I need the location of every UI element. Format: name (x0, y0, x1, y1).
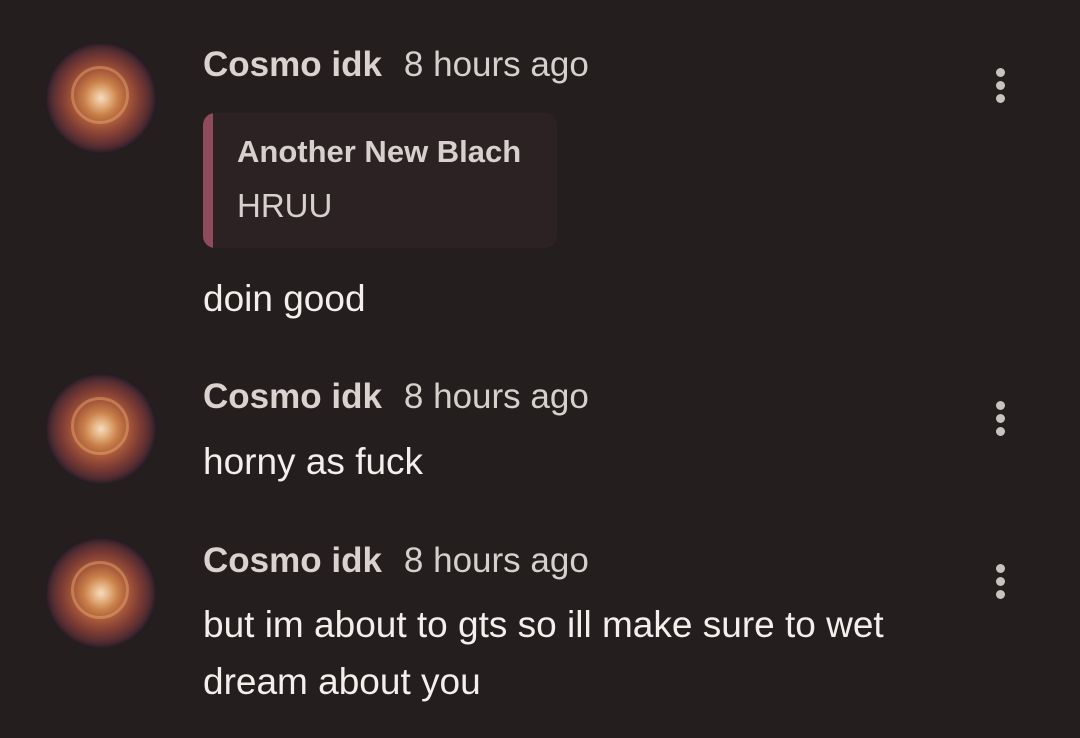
quote-accent-bar (203, 113, 213, 248)
comment-author[interactable]: Cosmo idk (203, 377, 382, 416)
comment-author[interactable]: Cosmo idk (203, 45, 382, 84)
more-options-button[interactable] (994, 564, 1006, 604)
comment-text: but im about to gts so ill make sure to … (203, 604, 884, 702)
quoted-text: HRUU (237, 187, 333, 224)
more-options-button[interactable] (994, 68, 1006, 108)
comment-time: 8 hours ago (403, 45, 589, 84)
more-vertical-icon (995, 68, 1005, 77)
comment-text: doin good (203, 278, 366, 319)
comment-meta: Cosmo idk 8 hours ago (203, 541, 589, 581)
comment-time: 8 hours ago (403, 377, 589, 416)
comment-text: horny as fuck (203, 441, 424, 482)
avatar[interactable] (45, 537, 157, 649)
avatar[interactable] (45, 373, 157, 485)
comment-author[interactable]: Cosmo idk (203, 541, 382, 580)
more-vertical-icon (995, 564, 1005, 573)
comment-meta: Cosmo idk 8 hours ago (203, 45, 589, 85)
quoted-reply[interactable]: Another New Blach HRUU (203, 113, 557, 248)
more-vertical-icon (995, 401, 1005, 410)
comment-time: 8 hours ago (403, 541, 589, 580)
quoted-author: Another New Blach (237, 134, 522, 169)
more-options-button[interactable] (994, 401, 1006, 441)
comment-meta: Cosmo idk 8 hours ago (203, 377, 589, 417)
avatar[interactable] (45, 42, 157, 154)
